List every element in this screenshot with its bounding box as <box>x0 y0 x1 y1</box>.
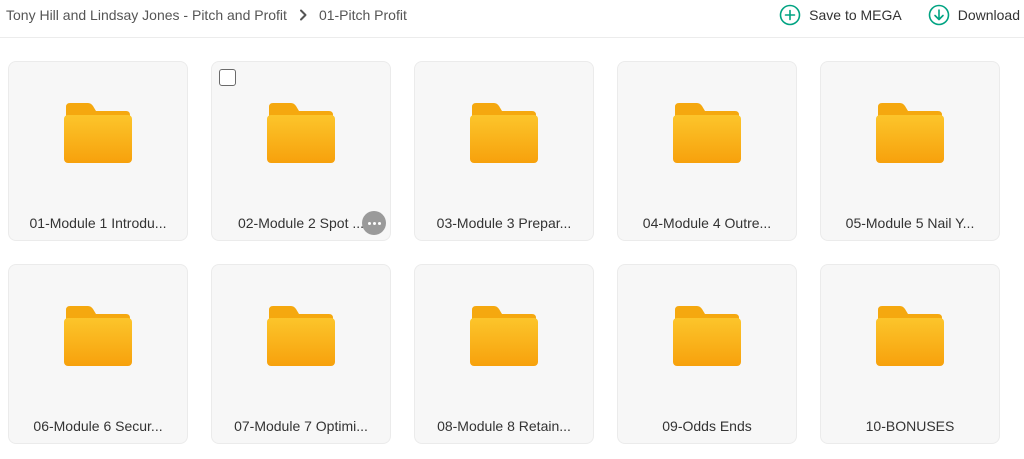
folder-card-04[interactable]: 04-Module 4 Outre... <box>617 61 797 241</box>
breadcrumb-item-parent[interactable]: Tony Hill and Lindsay Jones - Pitch and … <box>6 7 287 23</box>
folder-card-01[interactable]: 01-Module 1 Introdu... <box>8 61 188 241</box>
folder-card-05[interactable]: 05-Module 5 Nail Y... <box>820 61 1000 241</box>
folder-label: 06-Module 6 Secur... <box>33 418 163 434</box>
folder-icon <box>64 306 132 366</box>
folder-card-09[interactable]: 09-Odds Ends <box>617 264 797 444</box>
folder-icon <box>267 103 335 163</box>
more-options-icon[interactable] <box>362 211 386 235</box>
folder-label: 07-Module 7 Optimi... <box>234 418 368 434</box>
folder-card-10[interactable]: 10-BONUSES <box>820 264 1000 444</box>
download-circle-icon <box>928 4 950 26</box>
folder-icon <box>673 306 741 366</box>
chevron-right-icon <box>299 9 307 21</box>
folder-grid: 01-Module 1 Introdu... 02-Module 2 Spot … <box>8 61 1000 444</box>
folder-label: 09-Odds Ends <box>662 418 752 434</box>
folder-label: 03-Module 3 Prepar... <box>436 215 572 231</box>
folder-icon <box>673 103 741 163</box>
plus-circle-icon <box>779 4 801 26</box>
download-button[interactable]: Download <box>928 4 1020 26</box>
download-label: Download <box>957 7 1020 23</box>
folder-card-02[interactable]: 02-Module 2 Spot ... <box>211 61 391 241</box>
folder-label: 04-Module 4 Outre... <box>642 215 772 231</box>
save-to-mega-button[interactable]: Save to MEGA <box>779 4 902 26</box>
folder-icon <box>470 306 538 366</box>
header-actions: Save to MEGA Download <box>779 0 1024 30</box>
folder-icon <box>876 306 944 366</box>
folder-label: 08-Module 8 Retain... <box>437 418 571 434</box>
folder-card-07[interactable]: 07-Module 7 Optimi... <box>211 264 391 444</box>
folder-card-03[interactable]: 03-Module 3 Prepar... <box>414 61 594 241</box>
folder-icon <box>470 103 538 163</box>
folder-card-08[interactable]: 08-Module 8 Retain... <box>414 264 594 444</box>
folder-label: 05-Module 5 Nail Y... <box>845 215 975 231</box>
top-bar: Tony Hill and Lindsay Jones - Pitch and … <box>0 0 1024 38</box>
breadcrumb-item-current[interactable]: 01-Pitch Profit <box>319 7 407 23</box>
select-checkbox[interactable] <box>219 69 236 86</box>
save-to-mega-label: Save to MEGA <box>809 7 902 23</box>
folder-icon <box>64 103 132 163</box>
breadcrumb: Tony Hill and Lindsay Jones - Pitch and … <box>6 0 407 30</box>
folder-icon <box>876 103 944 163</box>
folder-label: 10-BONUSES <box>865 418 955 434</box>
folder-card-06[interactable]: 06-Module 6 Secur... <box>8 264 188 444</box>
folder-icon <box>267 306 335 366</box>
folder-label: 01-Module 1 Introdu... <box>29 215 167 231</box>
